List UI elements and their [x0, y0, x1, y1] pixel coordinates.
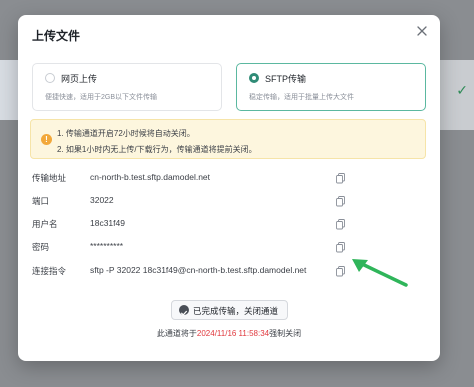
- copy-icon[interactable]: [336, 264, 346, 277]
- web-upload-description: 便捷快速，适用于2GB以下文件传输: [45, 94, 158, 101]
- field-label: 端口: [32, 196, 50, 206]
- expiry-suffix: 强制关闭: [269, 329, 302, 338]
- expiry-timestamp: 2024/11/16 11:58:34: [196, 329, 270, 338]
- notice-box: ! 1. 传输通道开启72小时候将自动关闭。 2. 如果1小时内无上传/下载行为…: [30, 119, 426, 159]
- field-row-password: 密码 **********: [32, 241, 352, 255]
- field-label: 用户名: [32, 219, 58, 229]
- radio-sftp-upload[interactable]: [249, 73, 259, 83]
- check-circle-icon: [179, 305, 189, 316]
- close-icon[interactable]: [414, 23, 430, 39]
- notice-line-2: 2. 如果1小时内无上传/下载行为，传输通道将提前关闭。: [57, 145, 257, 154]
- upload-dialog: 上传文件 网页上传 便捷快速，适用于2GB以下文件传输 SFTP传输 稳定传输，…: [18, 15, 440, 361]
- field-value: **********: [90, 241, 124, 251]
- field-row-command: 连接指令 sftp -P 32022 18c31f49@cn-north-b.t…: [32, 265, 352, 279]
- copy-icon[interactable]: [336, 217, 346, 230]
- close-channel-label: 已完成传输，关闭通道: [193, 306, 279, 316]
- field-value: cn-north-b.test.sftp.damodel.net: [90, 172, 211, 182]
- sftp-upload-option[interactable]: SFTP传输 稳定传输，适用于批量上传大文件: [236, 63, 426, 111]
- field-label: 连接指令: [32, 266, 67, 276]
- background-panel-right: ✓: [438, 60, 474, 130]
- copy-icon[interactable]: [336, 171, 346, 184]
- copy-icon[interactable]: [336, 240, 346, 253]
- field-row-username: 用户名 18c31f49: [32, 218, 352, 232]
- field-row-address: 传输地址 cn-north-b.test.sftp.damodel.net: [32, 172, 352, 186]
- sftp-upload-description: 稳定传输，适用于批量上传大文件: [249, 94, 354, 101]
- expiry-notice: 此通道将于2024/11/16 11:58:34强制关闭: [18, 328, 440, 339]
- background-check-icon: ✓: [456, 82, 468, 98]
- field-label: 传输地址: [32, 173, 67, 183]
- web-upload-option[interactable]: 网页上传 便捷快速，适用于2GB以下文件传输: [32, 63, 222, 111]
- annotation-arrow-icon: [352, 259, 408, 287]
- dialog-title: 上传文件: [32, 29, 81, 43]
- field-value: sftp -P 32022 18c31f49@cn-north-b.test.s…: [90, 265, 307, 275]
- sftp-upload-title: SFTP传输: [265, 74, 307, 84]
- close-channel-button[interactable]: 已完成传输，关闭通道: [171, 300, 288, 320]
- field-value: 18c31f49: [90, 218, 125, 228]
- field-label: 密码: [32, 242, 50, 252]
- warning-icon: !: [41, 134, 52, 145]
- copy-icon[interactable]: [336, 194, 346, 207]
- notice-line-1: 1. 传输通道开启72小时候将自动关闭。: [57, 129, 195, 138]
- expiry-prefix: 此通道将于: [156, 329, 197, 338]
- web-upload-title: 网页上传: [61, 74, 98, 84]
- field-row-port: 端口 32022: [32, 195, 352, 209]
- radio-web-upload[interactable]: [45, 73, 55, 83]
- field-value: 32022: [90, 195, 114, 205]
